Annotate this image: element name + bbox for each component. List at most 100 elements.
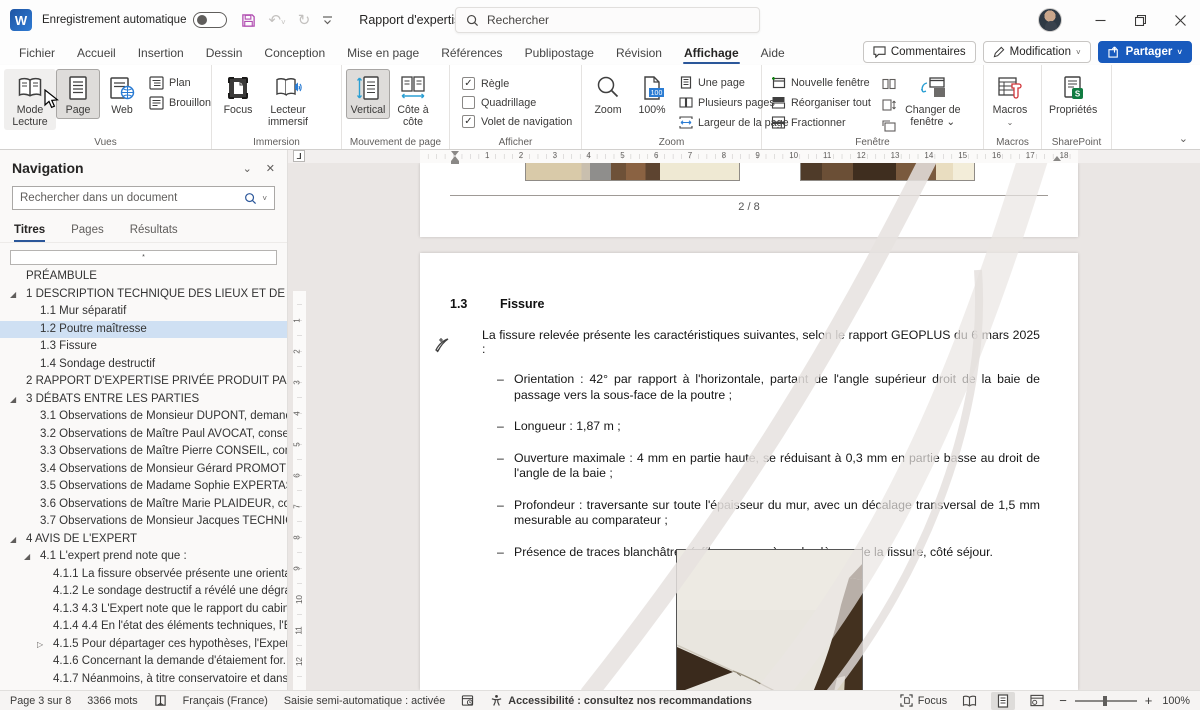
view-side-by-side-icon[interactable]: [880, 76, 898, 92]
navigation-search-input[interactable]: Rechercher dans un document ˅: [12, 186, 275, 210]
zoom-button[interactable]: Zoom: [586, 69, 630, 119]
zoom-in-button[interactable]: +: [1145, 693, 1153, 708]
switch-windows-button[interactable]: Changer defenêtre ⌄: [902, 69, 964, 130]
page-3[interactable]: 1.3 Fissure La fissure relevée présente …: [420, 253, 1078, 690]
read-mode-button[interactable]: Mode Lecture: [4, 69, 56, 130]
menu-tab-accueil[interactable]: Accueil: [66, 40, 127, 65]
reset-window-position-icon[interactable]: [880, 118, 898, 134]
nav-heading-item[interactable]: 3.7 Observations de Monsieur Jacques TEC…: [0, 513, 287, 531]
nav-heading-item[interactable]: ◢3 DÉBATS ENTRE LES PARTIES: [0, 391, 287, 409]
crack-photo[interactable]: [676, 549, 863, 690]
page2-photo-left[interactable]: [525, 163, 740, 181]
menu-tab-aide[interactable]: Aide: [750, 40, 796, 65]
autosave-toggle[interactable]: [193, 12, 227, 28]
nav-heading-item[interactable]: 3.2 Observations de Maître Paul AVOCAT, …: [0, 426, 287, 444]
collapse-triangle-icon[interactable]: ◢: [10, 286, 16, 304]
menu-tab-conception[interactable]: Conception: [253, 40, 336, 65]
print-layout-button[interactable]: Page: [56, 69, 100, 119]
zoom-slider-thumb[interactable]: [1103, 696, 1107, 706]
section-intro-paragraph[interactable]: La fissure relevée présente les caractér…: [482, 328, 1040, 356]
menu-tab-publipostage[interactable]: Publipostage: [514, 40, 605, 65]
nav-heading-item[interactable]: ◢4.1 L'expert prend note que :: [0, 548, 287, 566]
customize-qat-icon[interactable]: [322, 15, 333, 25]
navigation-search-chevron-icon[interactable]: ˅: [262, 194, 267, 203]
collapse-ribbon-icon[interactable]: ⌄: [1179, 132, 1188, 145]
word-count[interactable]: 3366 mots: [87, 695, 137, 707]
nav-heading-item[interactable]: PRÉAMBULE: [0, 268, 287, 286]
outline-view-button[interactable]: Plan: [146, 75, 214, 91]
left-indent-marker[interactable]: [451, 161, 459, 164]
vertical-button[interactable]: Vertical: [346, 69, 390, 119]
split-button[interactable]: Fractionner: [768, 115, 874, 130]
nav-heading-boxed[interactable]: *: [10, 250, 277, 265]
macros-button[interactable]: Macros⌄: [988, 69, 1032, 130]
nav-heading-item[interactable]: 3.5 Observations de Madame Sophie EXPERT…: [0, 478, 287, 496]
nav-heading-item[interactable]: ▷4.1.5 Pour départager ces hypothèses, l…: [0, 636, 287, 654]
menu-tab-mise-en-page[interactable]: Mise en page: [336, 40, 430, 65]
autocomplete-indicator[interactable]: Saisie semi-automatique : activée: [284, 695, 445, 707]
focus-mode-button[interactable]: Focus: [900, 694, 947, 707]
nav-heading-item[interactable]: ◢1 DESCRIPTION TECHNIQUE DES LIEUX ET DE…: [0, 286, 287, 304]
vertical-ruler[interactable]: 123456789101112: [293, 291, 306, 690]
redo-button[interactable]: ↻: [298, 11, 311, 29]
navigation-pane-options-icon[interactable]: ⌄: [243, 162, 252, 175]
navpane-checkbox[interactable]: ✓Volet de navigation: [462, 115, 572, 128]
account-avatar[interactable]: [1038, 8, 1062, 32]
menu-tab-dessin[interactable]: Dessin: [195, 40, 254, 65]
focus-button[interactable]: Focus: [216, 69, 260, 119]
print-layout-view-icon[interactable]: [991, 692, 1015, 710]
nav-heading-item[interactable]: 1.3 Fissure: [0, 338, 287, 356]
nav-heading-item[interactable]: 3.6 Observations de Maître Marie PLAIDEU…: [0, 496, 287, 514]
editing-mode-button[interactable]: Modification ˅: [983, 41, 1091, 63]
immersive-reader-button[interactable]: Lecteur immersif: [260, 69, 316, 130]
expand-triangle-icon[interactable]: ▷: [37, 636, 43, 654]
read-mode-view-icon[interactable]: [957, 692, 981, 710]
comments-button[interactable]: Commentaires: [863, 41, 976, 63]
search-input[interactable]: Rechercher: [455, 7, 760, 33]
bullet-item[interactable]: –Longueur : 1,87 m ;: [482, 419, 1040, 435]
zoom-out-button[interactable]: −: [1059, 693, 1067, 708]
page-indicator[interactable]: Page 3 sur 8: [10, 695, 71, 707]
menu-tab-fichier[interactable]: Fichier: [8, 40, 66, 65]
proofing-icon[interactable]: [154, 694, 167, 707]
side-by-side-button[interactable]: Côte à côte: [390, 69, 436, 130]
page2-photo-right[interactable]: [800, 163, 975, 181]
bullet-item[interactable]: –Ouverture maximale : 4 mm en partie hau…: [482, 451, 1040, 482]
section-heading[interactable]: 1.3 Fissure: [450, 297, 1040, 311]
menu-tab-affichage[interactable]: Affichage: [673, 40, 750, 65]
navigation-tab-pages[interactable]: Pages: [71, 224, 104, 242]
new-window-button[interactable]: Nouvelle fenêtre: [768, 75, 874, 90]
nav-heading-item[interactable]: 3.1 Observations de Monsieur DUPONT, dem…: [0, 408, 287, 426]
nav-heading-item[interactable]: 3.3 Observations de Maître Pierre CONSEI…: [0, 443, 287, 461]
nav-heading-item[interactable]: 1.1 Mur séparatif: [0, 303, 287, 321]
draft-view-button[interactable]: Brouillon: [146, 95, 214, 111]
web-layout-button[interactable]: Web: [100, 69, 144, 119]
right-indent-marker[interactable]: [1053, 156, 1061, 161]
accessibility-status[interactable]: Accessibilité : consultez nos recommanda…: [490, 694, 752, 707]
history-icon[interactable]: [461, 694, 474, 707]
navigation-tab-titres[interactable]: Titres: [14, 224, 45, 242]
properties-button[interactable]: S Propriétés: [1046, 69, 1100, 119]
horizontal-ruler[interactable]: L 123456789101112131415161718: [288, 150, 1200, 163]
zoom-slider-track[interactable]: [1075, 700, 1137, 702]
close-button[interactable]: [1160, 0, 1200, 40]
collapse-triangle-icon[interactable]: ◢: [24, 548, 30, 566]
word-app-icon[interactable]: W: [10, 9, 32, 31]
nav-heading-item[interactable]: 4.1.7 Néanmoins, à titre conservatoire e…: [0, 671, 287, 689]
nav-heading-item[interactable]: 2 RAPPORT D'EXPERTISE PRIVÉE PRODUIT PAR…: [0, 373, 287, 391]
nav-heading-item[interactable]: 4.1.6 Concernant la demande d'étaiement …: [0, 653, 287, 671]
collapse-triangle-icon[interactable]: ◢: [10, 531, 16, 549]
collapse-triangle-icon[interactable]: ◢: [10, 391, 16, 409]
zoom-percentage[interactable]: 100%: [1162, 695, 1190, 707]
gridlines-checkbox[interactable]: Quadrillage: [462, 96, 572, 109]
undo-button[interactable]: ↶˅: [268, 11, 285, 29]
navigation-tab-résultats[interactable]: Résultats: [130, 224, 178, 242]
nav-heading-item[interactable]: ◢4 AVIS DE L'EXPERT: [0, 531, 287, 549]
nav-heading-item[interactable]: 4.1.2 Le sondage destructif a révélé une…: [0, 583, 287, 601]
nav-heading-item[interactable]: 4.1.1 La fissure observée présente une o…: [0, 566, 287, 584]
nav-heading-item[interactable]: 4.1.3 4.3 L'Expert note que le rapport d…: [0, 601, 287, 619]
navigation-pane-close-icon[interactable]: ✕: [266, 162, 275, 175]
ruler-checkbox[interactable]: ✓Règle: [462, 77, 572, 90]
arrange-all-button[interactable]: Réorganiser tout: [768, 95, 874, 110]
language-indicator[interactable]: Français (France): [183, 695, 268, 707]
